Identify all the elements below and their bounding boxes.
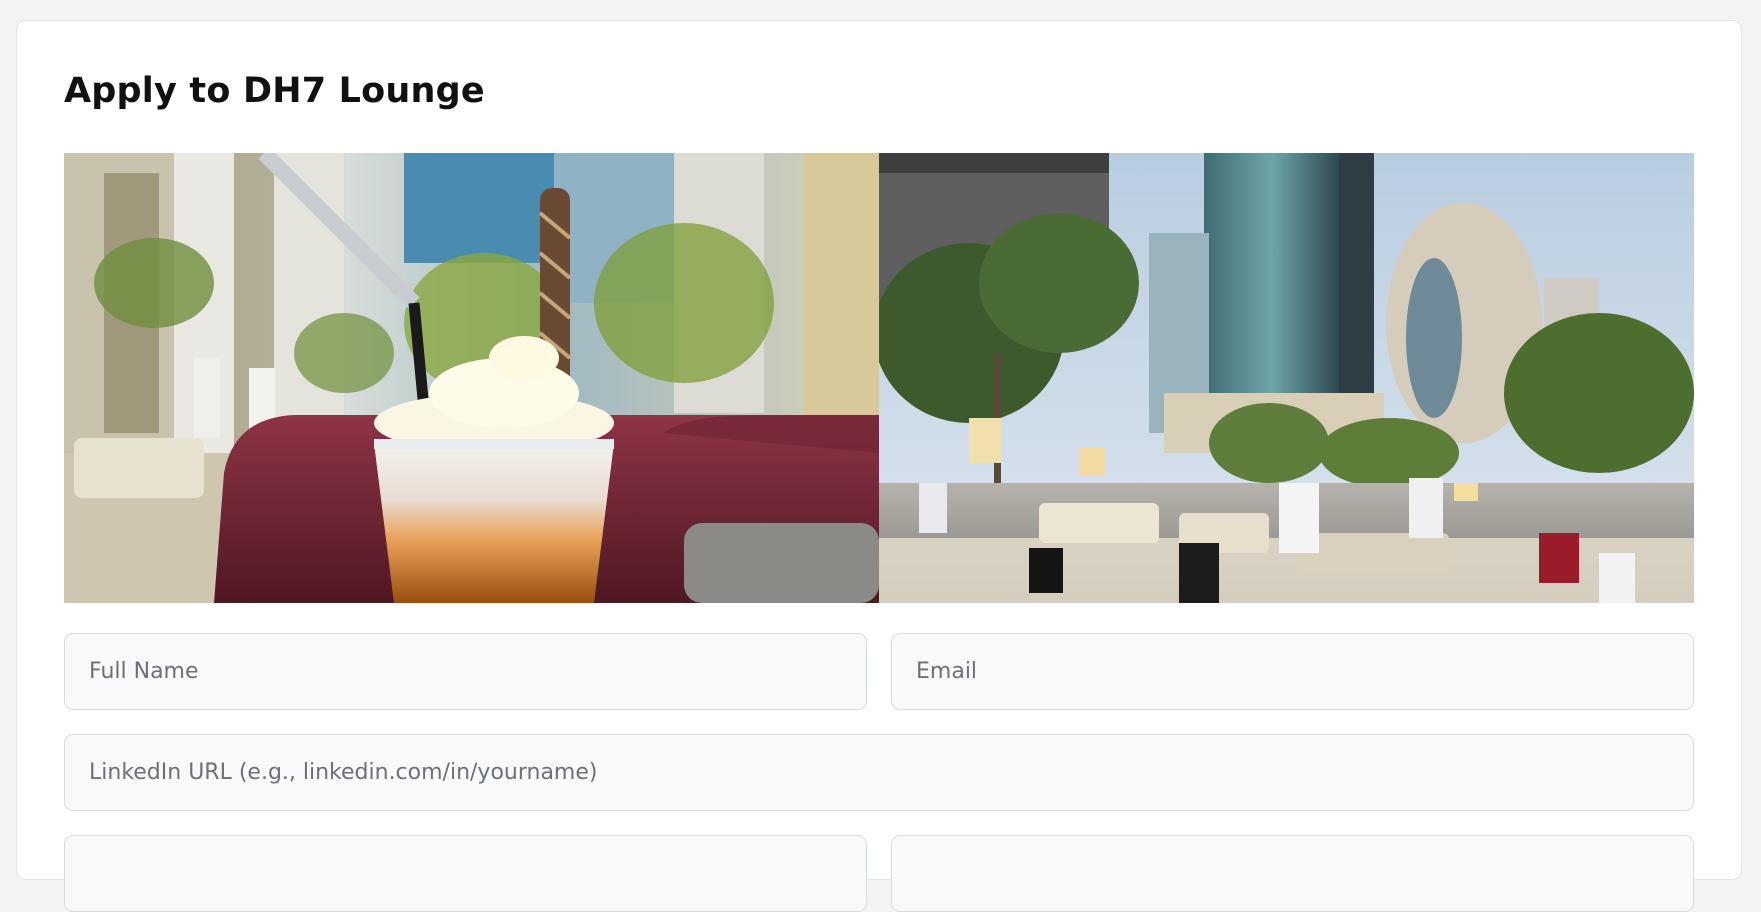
next-left-input[interactable] xyxy=(64,835,867,912)
gallery-image-drink xyxy=(64,153,879,603)
gallery-image-terrace xyxy=(879,153,1694,603)
email-input[interactable] xyxy=(891,633,1694,710)
page-title: Apply to DH7 Lounge xyxy=(64,71,485,111)
terrace-photo xyxy=(879,153,1694,603)
linkedin-url-input[interactable] xyxy=(64,734,1694,811)
lounge-photo-gallery xyxy=(64,153,1694,603)
next-right-input[interactable] xyxy=(891,835,1694,912)
drink-photo xyxy=(64,153,879,603)
full-name-input[interactable] xyxy=(64,633,867,710)
